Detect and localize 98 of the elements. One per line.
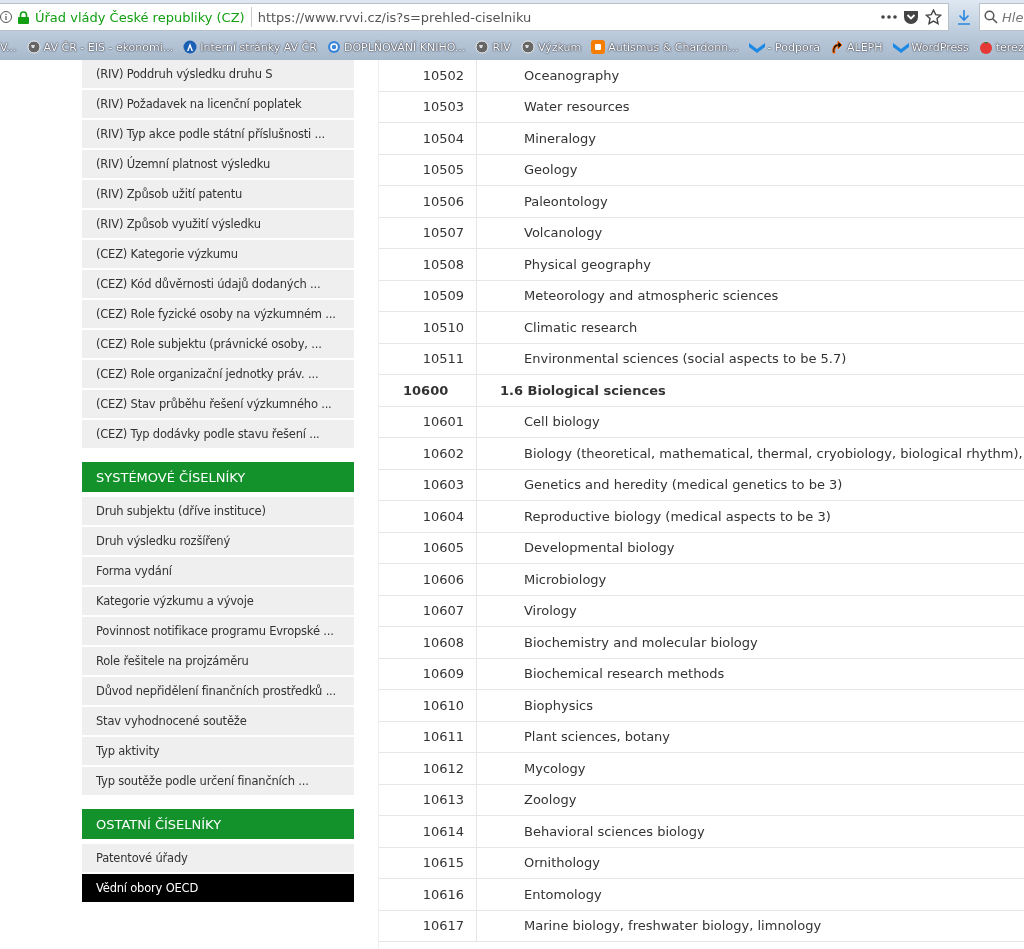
name-cell-text: Paleontology [523,192,609,211]
sidebar-item[interactable]: Typ aktivity [82,737,354,765]
sidebar-item[interactable]: Druh výsledku rozšířený [82,527,354,555]
name-cell-text: Developmental biology [523,539,676,558]
name-cell-text: Behavioral sciences biology [523,822,706,841]
name-cell-text: Oceanography [523,66,621,85]
code-cell: 10614 [379,816,477,847]
code-cell: 10611 [379,721,477,752]
sidebar-item[interactable]: Vědní obory OECD [82,874,354,902]
name-cell-text: Plant sciences, botany [523,728,672,747]
sidebar-item[interactable]: (CEZ) Kód důvěrnosti údajů dodaných ... [82,270,354,298]
group-name-cell-text: 1.6 Biological sciences [499,381,667,400]
section-heading: OSTATNÍ ČÍSELNÍKY [82,809,354,839]
name-cell-text: Reproductive biology (medical aspects to be 3) [523,507,832,526]
code-cell: 10610 [379,690,477,721]
code-cell: 10606 [379,564,477,595]
star-icon[interactable] [925,9,942,25]
name-cell-text: Environmental sciences (social aspects to be 5.7) [523,350,848,369]
sidebar-item[interactable]: (RIV) Způsob využití výsledku [82,210,354,238]
sidebar-item[interactable]: Druh subjektu (dříve instituce) [82,497,354,525]
sidebar-item[interactable]: (CEZ) Role organizační jednotky práv. ... [82,360,354,388]
sidebar-item[interactable]: (RIV) Typ akce podle státní příslušnosti ... [82,120,354,148]
lock-icon [18,10,29,24]
code-cell: 10609 [379,658,477,689]
sidebar-item[interactable]: (CEZ) Role subjektu (právnické osoby, ... [82,330,354,358]
name-cell-text: Zoology [523,791,578,810]
code-cell: 10507 [379,217,477,248]
name-cell-text: Cell biology [523,413,601,432]
sidebar-item[interactable]: (RIV) Způsob užití patentu [82,180,354,208]
info-icon [0,11,12,23]
sidebar-item[interactable]: (CEZ) Kategorie výzkumu [82,240,354,268]
name-cell-text: Water resources [523,98,631,117]
sidebar-item[interactable]: (CEZ) Stav průběhu řešení výzkumného ... [82,390,354,418]
sidebar-item[interactable]: Role řešitele na projzáměru [82,647,354,675]
fruit-icon [978,40,993,54]
code-cell: 10505 [379,154,477,185]
code-cell: 10504 [379,123,477,154]
code-cell: 10616 [379,879,477,910]
name-cell-text: Geology [523,161,579,180]
code-cell: 10607 [379,595,477,626]
sidebar-item[interactable]: Stav vyhodnocené soutěže [82,707,354,735]
code-cell: 10503 [379,91,477,122]
code-cell: 10612 [379,753,477,784]
search-field[interactable]: Hle [979,3,1024,31]
code-cell: 10508 [379,249,477,280]
name-cell-text: Volcanology [523,224,604,243]
code-cell: 10613 [379,784,477,815]
code-cell: 10602 [379,438,477,469]
code-cell: 10601 [379,406,477,437]
blog-icon [591,40,606,54]
name-cell-text: Mineralogy [523,129,597,148]
ring-icon [326,40,341,54]
sidebar-item[interactable]: (RIV) Územní platnost výsledku [82,150,354,178]
name-cell-text: Mycology [523,759,587,778]
name-cell-text: Virology [523,602,578,621]
sidebar-item[interactable]: Důvod nepřidělení finančních prostředků ... [82,677,354,705]
name-cell-text: Microbiology [523,570,608,589]
name-cell-text: Ornithology [523,854,601,873]
name-cell-text: Genetics and heredity (medical genetics to be 3) [523,476,844,495]
pocket-icon[interactable] [903,9,919,25]
address-bar[interactable]: Úřad vlády České republiky (CZ) https://www.rvvi.cz/is?s=prehled-ciselniku [0,3,949,31]
name-cell-text: Biochemistry and molecular biology [523,633,759,652]
code-cell: 10615 [379,847,477,878]
code-cell: 10506 [379,186,477,217]
sidebar-item[interactable]: (RIV) Poddruh výsledku druhu S [82,60,354,88]
sidebar-item[interactable]: Typ soutěže podle určení finančních ... [82,767,354,795]
sidebar-item[interactable]: (RIV) Požadavek na licenční poplatek [82,90,354,118]
more-icon[interactable] [881,15,897,19]
sidebar-item[interactable]: (CEZ) Typ dodávky podle stavu řešení ... [82,420,354,448]
sidebar-item[interactable]: Povinnost notifikace programu Evropské ... [82,617,354,645]
section-heading: SYSTÉMOVÉ ČÍSELNÍKY [82,462,354,492]
name-cell-text: Physical geography [523,255,652,274]
letter-a-icon [183,40,198,54]
sidebar-item[interactable]: Forma vydání [82,557,354,585]
download-icon[interactable] [957,9,971,25]
name-cell-text: Marine biology, freshwater biology, limnology [523,917,823,936]
search-icon [984,10,998,24]
sidebar-item[interactable]: (CEZ) Role fyzické osoby na výzkumném ... [82,300,354,328]
sidebar-item[interactable]: Kategorie výzkumu a vývoje [82,587,354,615]
code-cell: 10604 [379,501,477,532]
code-cell: 10509 [379,280,477,311]
code-cell: 10608 [379,627,477,658]
code-cell: 10511 [379,343,477,374]
name-cell-text: Entomology [523,885,603,904]
code-cell: 10617 [379,910,477,941]
sidebar-item[interactable]: Patentové úřady [82,844,354,872]
code-cell: 10510 [379,312,477,343]
name-cell-text: Biochemical research methods [523,665,726,684]
name-cell-text: Biology (theoretical, mathematical, thermal, cryobiology, biological rhythm), [523,444,1024,463]
name-cell-text: Climatic research [523,318,639,337]
code-cell: 10502 [379,60,477,91]
name-cell-text: Biophysics [523,696,594,715]
code-cell: 10605 [379,532,477,563]
site-identity: Úřad vlády České republiky (CZ) [35,9,245,25]
url-text: https://www.rvvi.cz/is?s=prehled-ciselniku [257,9,533,25]
code-cell: 10603 [379,469,477,500]
name-cell-text: Meteorology and atmospheric sciences [523,287,780,306]
group-code-cell: 10600 [379,375,477,406]
